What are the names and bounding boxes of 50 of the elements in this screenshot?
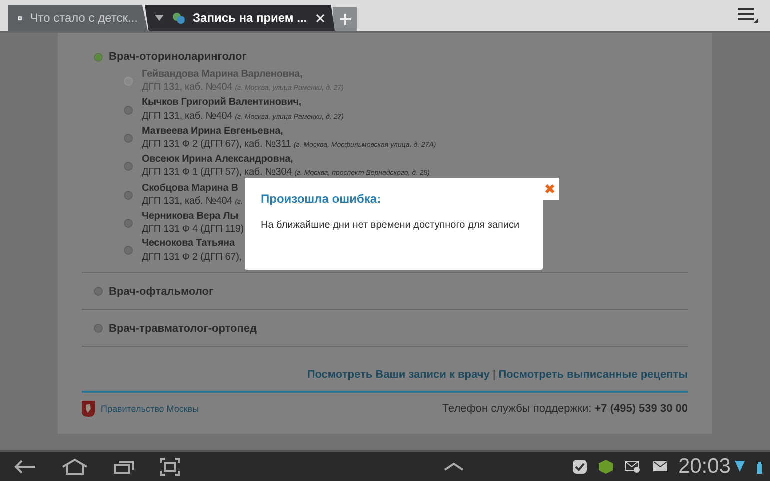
specialty-label[interactable]: Врач-травматолог-ортопед bbox=[109, 322, 258, 335]
doctor-address: ДГП 131 Ф 4 (ДГП 119) bbox=[142, 223, 244, 236]
coat-of-arms-icon bbox=[82, 400, 95, 417]
doctor-name: Скобцова Марина В bbox=[142, 182, 240, 195]
radio-button[interactable] bbox=[124, 190, 133, 200]
radio-button[interactable] bbox=[124, 106, 133, 115]
radio-button[interactable] bbox=[94, 324, 103, 334]
close-button[interactable] bbox=[541, 178, 559, 200]
radio-button[interactable] bbox=[124, 162, 133, 172]
support-phone: Телефон службы поддержки: +7 (495) 539 30 00 bbox=[442, 402, 688, 415]
mail-icon bbox=[653, 461, 668, 472]
specialty-label[interactable]: Врач-офтальмолог bbox=[109, 286, 214, 298]
mail-settings-icon bbox=[625, 460, 642, 472]
menu-icon[interactable] bbox=[738, 7, 758, 23]
radio-button[interactable] bbox=[124, 134, 133, 144]
organization-link[interactable]: Правительство Москвы bbox=[101, 404, 200, 414]
home-icon[interactable] bbox=[62, 458, 88, 474]
doctor-name: Матвеева Ирина Евгеньевна, bbox=[142, 124, 284, 138]
browser-tab[interactable]: Запись на прием ... bbox=[145, 5, 335, 31]
doctor-name: Черникова Вера Лы bbox=[142, 210, 240, 224]
favicon-icon bbox=[172, 12, 185, 24]
close-icon bbox=[545, 184, 555, 194]
link[interactable]: Посмотреть выписанные рецепты bbox=[498, 368, 688, 381]
specialty-label[interactable]: Врач-оториноларинголог bbox=[109, 51, 247, 63]
battery-icon bbox=[757, 460, 762, 474]
radio-button[interactable] bbox=[94, 287, 103, 296]
doctor-name: Овсеюк Ирина Александровна, bbox=[142, 153, 294, 166]
radio-button[interactable] bbox=[124, 246, 133, 256]
screenshot-icon[interactable] bbox=[160, 458, 180, 476]
link[interactable]: Посмотреть Ваши записи к врачу bbox=[307, 368, 490, 381]
dialog-title: Произошла ошибка: bbox=[261, 192, 382, 206]
recent-apps-icon[interactable] bbox=[114, 460, 134, 474]
cube-icon bbox=[599, 460, 614, 474]
back-icon[interactable] bbox=[14, 460, 36, 474]
radio-button[interactable] bbox=[124, 218, 133, 228]
wifi-icon bbox=[735, 460, 745, 474]
separator: | bbox=[492, 368, 496, 381]
browser-tab[interactable]: Что стало с детск... bbox=[8, 5, 148, 31]
check-icon bbox=[573, 460, 588, 474]
new-tab-button[interactable] bbox=[333, 7, 357, 31]
dialog-message: На ближайшие дни нет времени доступного для записи bbox=[261, 220, 521, 231]
doctor-address: ДГП 131 Ф 2 (ДГП 67), bbox=[142, 250, 242, 264]
radio-button[interactable] bbox=[94, 52, 103, 62]
close-icon[interactable] bbox=[316, 14, 325, 22]
doctor-name: Чеснокова Татьяна bbox=[142, 237, 236, 251]
caret-icon[interactable] bbox=[444, 462, 464, 470]
dropdown-icon[interactable] bbox=[155, 15, 164, 21]
doctor-name: Кычков Григорий Валентинович, bbox=[142, 96, 303, 110]
clock: 20:03 bbox=[678, 454, 731, 478]
plus-icon bbox=[340, 14, 350, 24]
